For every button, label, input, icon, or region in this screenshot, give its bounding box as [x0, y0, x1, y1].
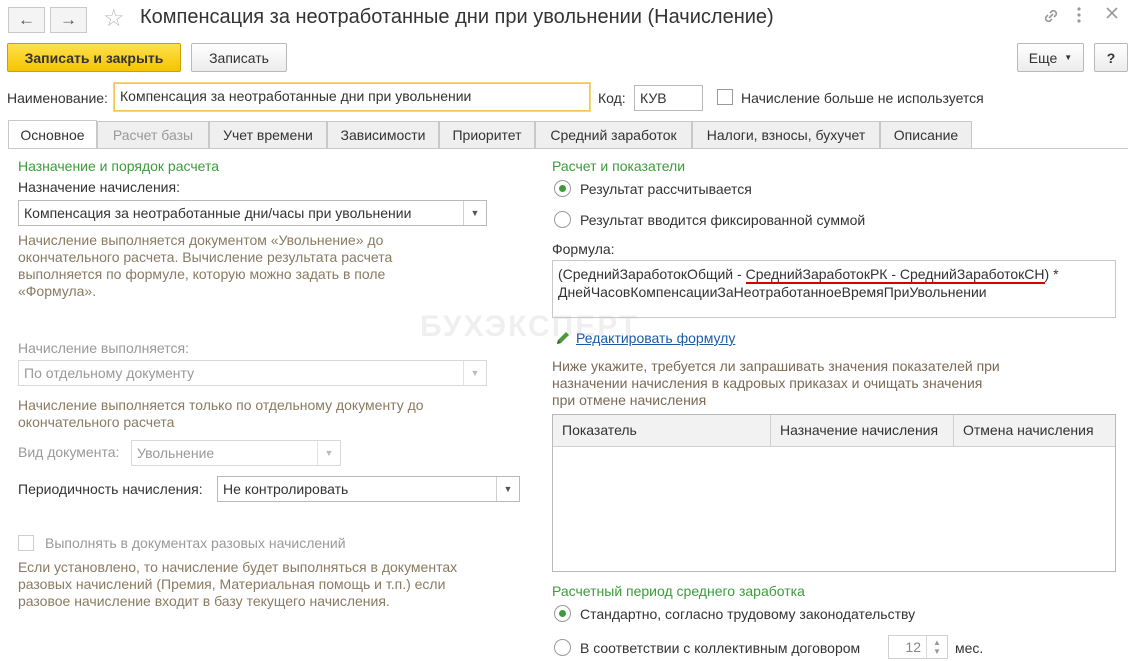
tab-base-calc[interactable]: Расчет базы	[97, 121, 209, 148]
periodicity-value: Не контролировать	[223, 481, 349, 497]
radio-fixed-label: Результат вводится фиксированной суммой	[580, 212, 866, 228]
formula-field[interactable]: (СреднийЗаработокОбщий - СреднийЗаработо…	[552, 260, 1116, 318]
name-label: Наименование:	[7, 90, 108, 106]
dropdown-arrow-icon: ▼	[317, 441, 340, 465]
doc-type-label: Вид документа:	[18, 444, 120, 460]
onetime-label: Выполнять в документах разовых начислени…	[45, 535, 346, 551]
purpose-select[interactable]: Компенсация за неотработанные дни/часы п…	[18, 200, 487, 226]
more-label: Еще	[1028, 49, 1058, 66]
close-icon[interactable]	[1104, 5, 1120, 26]
purpose-label: Назначение начисления:	[18, 179, 180, 195]
tab-time-accounting[interactable]: Учет времени	[209, 121, 327, 148]
radio-calculated[interactable]	[554, 180, 571, 197]
dropdown-arrow-icon[interactable]: ▼	[463, 201, 486, 225]
not-used-checkbox[interactable]	[717, 89, 733, 105]
dropdown-arrow-icon: ▼	[463, 361, 486, 385]
tab-dependencies[interactable]: Зависимости	[327, 121, 439, 148]
radio-collective[interactable]	[554, 639, 571, 656]
performed-hint: Начисление выполняется только по отдельн…	[18, 397, 424, 430]
purpose-hint: Начисление выполняется документом «Уволь…	[18, 232, 393, 299]
radio-fixed[interactable]	[554, 211, 571, 228]
purpose-value: Компенсация за неотработанные дни/часы п…	[24, 205, 412, 221]
performed-value: По отдельному документу	[24, 365, 195, 381]
right-section-title: Расчет и показатели	[552, 158, 686, 174]
tab-taxes[interactable]: Налоги, взносы, бухучет	[692, 121, 880, 148]
periodicity-select[interactable]: Не контролировать ▼	[217, 476, 520, 502]
performed-label: Начисление выполняется:	[18, 340, 189, 356]
arrow-left-icon: ←	[18, 10, 35, 29]
window-title: Компенсация за неотработанные дни при ув…	[140, 6, 774, 28]
indicators-hint: Ниже укажите, требуется ли запрашивать з…	[552, 358, 1000, 408]
performed-select: По отдельному документу ▼	[18, 360, 487, 386]
pencil-icon	[555, 330, 571, 349]
forward-button[interactable]: →	[50, 7, 87, 33]
periodicity-label: Периодичность начисления:	[18, 481, 203, 497]
onetime-checkbox	[18, 535, 34, 551]
dropdown-arrow-icon[interactable]: ▼	[496, 477, 519, 501]
formula-label: Формула:	[552, 241, 615, 257]
period-section-title: Расчетный период среднего заработка	[552, 583, 805, 599]
doc-type-select: Увольнение ▼	[131, 440, 341, 466]
radio-standard-label: Стандартно, согласно трудовому законодат…	[580, 606, 916, 622]
save-button[interactable]: Записать	[191, 43, 287, 72]
radio-calculated-label: Результат рассчитывается	[580, 181, 752, 197]
edit-formula-link[interactable]: Редактировать формулу	[576, 330, 735, 346]
doc-type-value: Увольнение	[137, 445, 215, 461]
stepper-arrows-icon[interactable]: ▲ ▼	[926, 636, 947, 658]
link-icon[interactable]	[1042, 7, 1060, 30]
tab-divider	[8, 148, 1128, 149]
more-menu-button[interactable]: Еще ▼	[1017, 43, 1084, 72]
onetime-hint: Если установлено, то начисление будет вы…	[18, 559, 458, 609]
formula-text-part1: (СреднийЗаработокОбщий -	[558, 266, 746, 282]
radio-collective-label: В соответствии с коллективным договором	[580, 640, 861, 656]
favorite-star-icon[interactable]: ☆	[103, 4, 125, 33]
indicators-table[interactable]: Показатель Назначение начисления Отмена …	[552, 414, 1116, 572]
left-section-title: Назначение и порядок расчета	[18, 158, 220, 174]
column-header-indicator[interactable]: Показатель	[553, 415, 771, 447]
more-dots-icon[interactable]	[1076, 6, 1082, 29]
tab-description[interactable]: Описание	[880, 121, 972, 148]
not-used-label: Начисление больше не используется	[741, 90, 984, 106]
months-stepper[interactable]: 12 ▲ ▼	[888, 635, 948, 659]
save-and-close-button[interactable]: Записать и закрыть	[7, 43, 181, 72]
radio-standard[interactable]	[554, 605, 571, 622]
code-label: Код:	[598, 90, 626, 106]
months-value: 12	[905, 639, 921, 655]
caret-down-icon: ▼	[1064, 53, 1073, 62]
tab-main[interactable]: Основное	[8, 120, 97, 149]
code-input[interactable]: КУВ	[634, 85, 703, 111]
help-button[interactable]: ?	[1094, 43, 1128, 72]
months-unit: мес.	[955, 640, 984, 656]
tab-priority[interactable]: Приоритет	[439, 121, 535, 148]
back-button[interactable]: ←	[8, 7, 45, 33]
tab-average-earnings[interactable]: Средний заработок	[535, 121, 692, 148]
column-header-cancellation[interactable]: Отмена начисления	[954, 415, 1115, 447]
column-header-assignment[interactable]: Назначение начисления	[771, 415, 954, 447]
arrow-right-icon: →	[60, 10, 77, 29]
formula-text-underlined: СреднийЗаработокРК - СреднийЗаработокСН	[745, 266, 1045, 284]
name-input[interactable]: Компенсация за неотработанные дни при ув…	[114, 83, 590, 111]
